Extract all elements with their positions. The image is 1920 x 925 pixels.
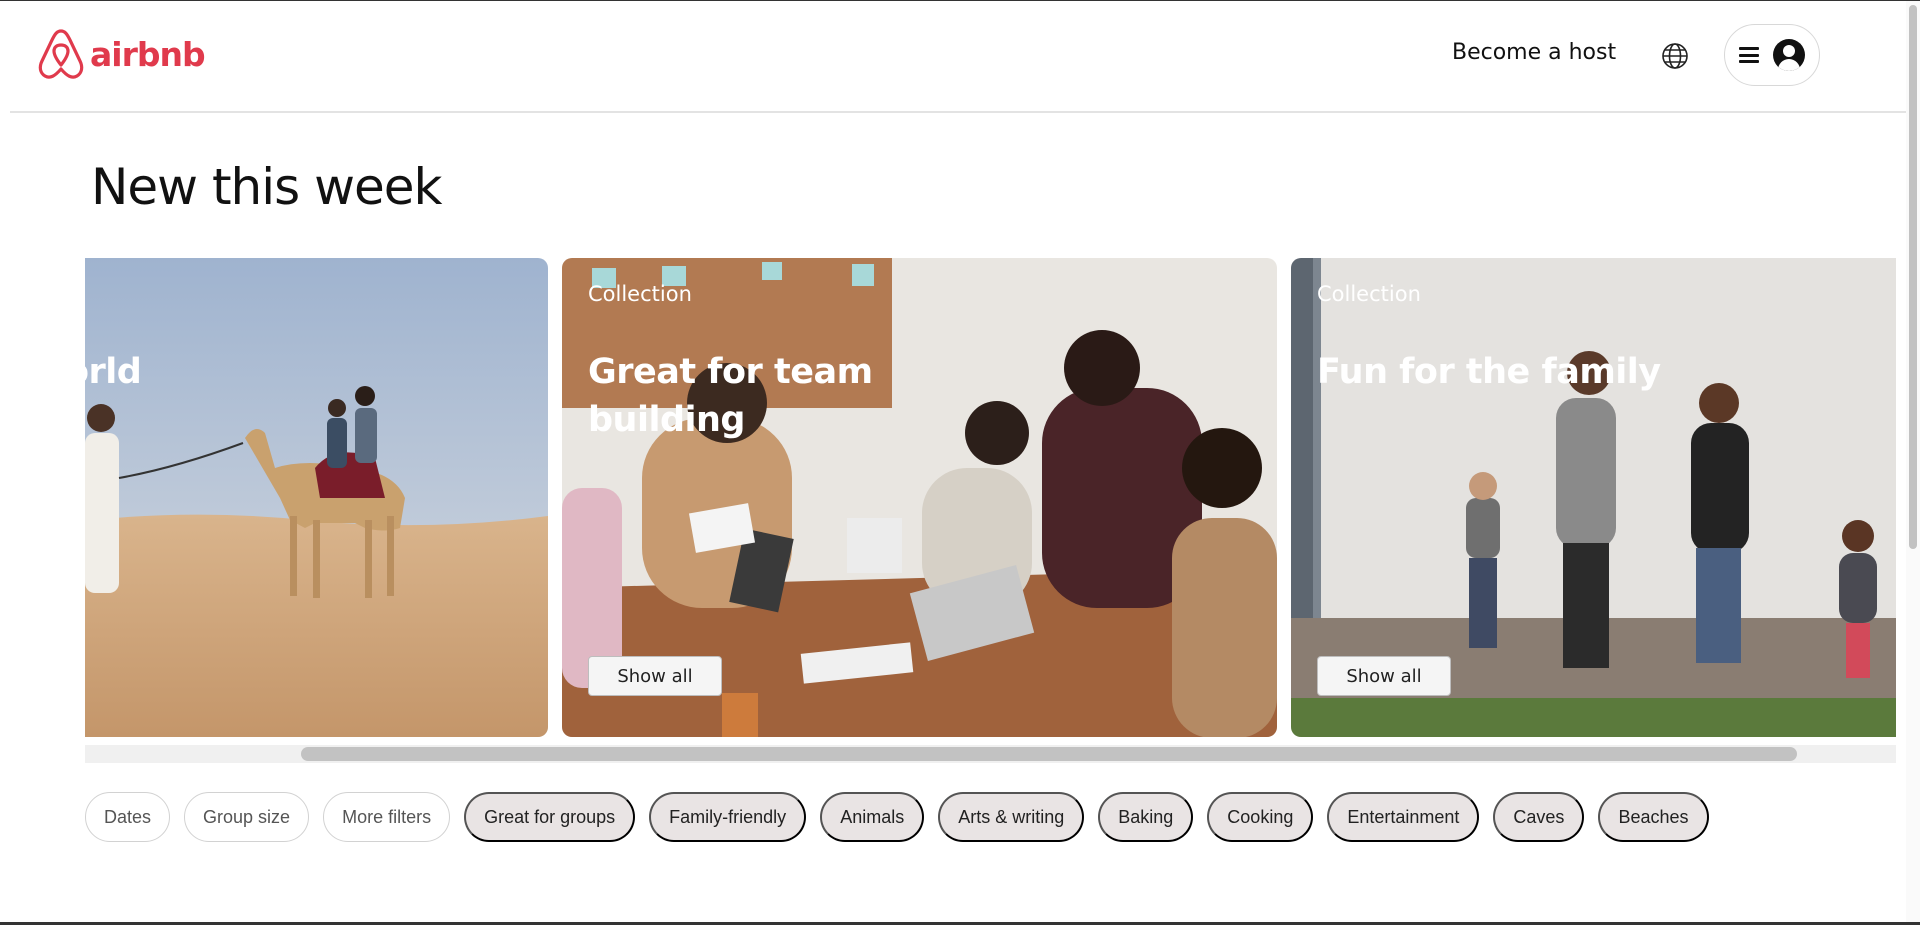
collections-carousel: orld xyxy=(85,258,1896,738)
collection-card-world[interactable]: orld xyxy=(85,258,548,737)
category-arts-writing[interactable]: Arts & writing xyxy=(938,792,1085,842)
category-caves[interactable]: Caves xyxy=(1493,792,1585,842)
user-menu-button[interactable] xyxy=(1724,24,1820,86)
category-entertainment[interactable]: Entertainment xyxy=(1327,792,1480,842)
category-beaches[interactable]: Beaches xyxy=(1598,792,1709,842)
user-avatar-icon xyxy=(1773,39,1805,71)
section-title: New this week xyxy=(91,158,442,216)
page-scrollbar[interactable] xyxy=(1906,1,1920,922)
category-animals[interactable]: Animals xyxy=(820,792,925,842)
card-kicker: Collection xyxy=(1317,282,1421,306)
page-scrollbar-thumb[interactable] xyxy=(1909,5,1917,549)
category-cooking[interactable]: Cooking xyxy=(1207,792,1314,842)
collection-card-family[interactable]: Collection Fun for the family Show all xyxy=(1291,258,1896,737)
category-great-for-groups[interactable]: Great for groups xyxy=(464,792,636,842)
airbnb-logo[interactable]: airbnb xyxy=(36,27,206,81)
collection-card-team-building[interactable]: Collection Great for team building Show … xyxy=(562,258,1277,737)
become-host-link[interactable]: Become a host xyxy=(1452,40,1616,65)
site-header: airbnb Become a host xyxy=(10,1,1906,113)
category-baking[interactable]: Baking xyxy=(1098,792,1194,842)
desert-camel-image xyxy=(85,258,548,737)
show-all-button[interactable]: Show all xyxy=(1317,656,1451,696)
card-title: Fun for the family xyxy=(1317,352,1661,392)
card-kicker: Collection xyxy=(588,282,692,306)
globe-icon[interactable] xyxy=(1660,41,1690,71)
carousel-scrollbar-thumb[interactable] xyxy=(301,747,1797,761)
filter-group-size[interactable]: Group size xyxy=(184,792,310,842)
card-title: Great for team building xyxy=(588,352,873,440)
carousel-scrollbar[interactable] xyxy=(85,745,1896,763)
filter-more-filters[interactable]: More filters xyxy=(323,792,451,842)
category-family-friendly[interactable]: Family-friendly xyxy=(649,792,807,842)
card-title: orld xyxy=(85,352,142,392)
hamburger-icon xyxy=(1739,47,1759,63)
show-all-button[interactable]: Show all xyxy=(588,656,722,696)
filter-dates[interactable]: Dates xyxy=(85,792,171,842)
filter-bar: Dates Group size More filters Great for … xyxy=(85,792,1723,842)
brand-name: airbnb xyxy=(90,34,206,74)
airbnb-logo-icon xyxy=(38,29,84,79)
